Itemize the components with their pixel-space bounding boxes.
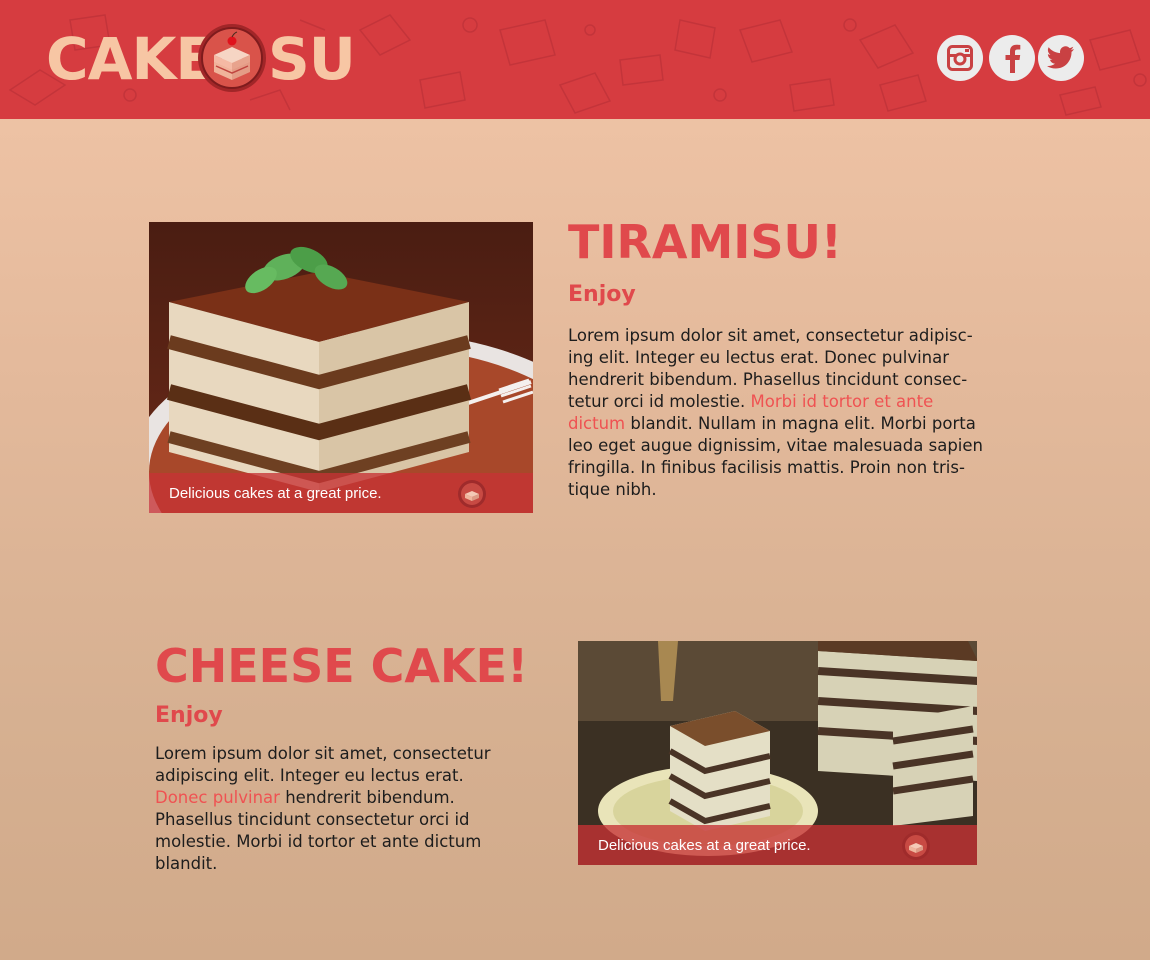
tiramisu-photo: Delicious cakes at a great price. (149, 222, 533, 513)
section-subtitle-cheese-cake: Enjoy (155, 703, 223, 728)
photo-caption: Delicious cakes at a great price. (598, 836, 811, 854)
instagram-icon (947, 45, 973, 71)
body-text-part: Lorem ipsum dolor sit amet, consectetur … (155, 744, 491, 785)
cake-badge-icon (458, 480, 486, 508)
cake-emblem-icon (198, 24, 266, 92)
photo-caption-bar: Delicious cakes at a great price. (149, 473, 533, 513)
logo-text-left: CAKE (46, 25, 215, 93)
instagram-link[interactable] (937, 35, 983, 81)
section-body-tiramisu: Lorem ipsum dolor sit amet, consectetur … (568, 325, 986, 501)
facebook-link[interactable] (989, 35, 1035, 81)
site-header: CAKE SU (0, 0, 1150, 119)
body-text-part: blandit. Nullam in magna elit. Morbi por… (568, 414, 983, 499)
twitter-link[interactable] (1038, 35, 1084, 81)
inline-link[interactable]: Donec pulvinar (155, 788, 280, 807)
logo-text-right: SU (268, 25, 356, 93)
facebook-icon (1005, 44, 1021, 73)
twitter-icon (1047, 46, 1074, 69)
section-title-cheese-cake: CHEESE CAKE! (155, 639, 529, 693)
section-subtitle-tiramisu: Enjoy (568, 282, 636, 307)
cheese-cake-photo: Delicious cakes at a great price. (578, 641, 977, 865)
section-title-tiramisu: TIRAMISU! (568, 215, 842, 269)
section-body-cheese-cake: Lorem ipsum dolor sit amet, consectetur … (155, 743, 510, 875)
photo-caption-bar: Delicious cakes at a great price. (578, 825, 977, 865)
tiramisu-image (149, 222, 533, 513)
photo-caption: Delicious cakes at a great price. (169, 484, 382, 502)
cake-badge-icon (902, 832, 930, 860)
